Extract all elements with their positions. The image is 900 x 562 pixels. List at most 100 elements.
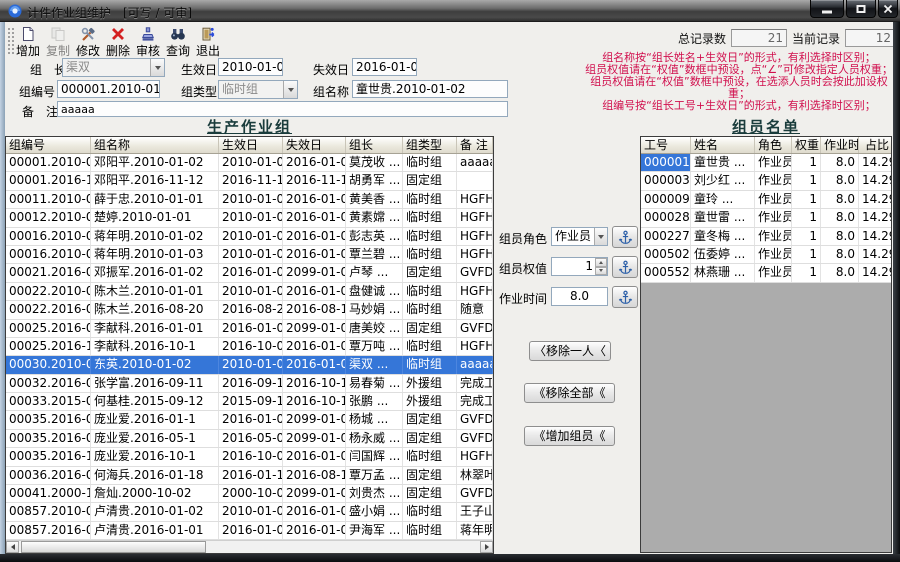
app-icon <box>8 4 22 18</box>
table-row[interactable]: 00011.2010-0...薛于忠.2010-01-012010-01-012… <box>6 190 493 210</box>
table-cell: 临时组 <box>403 301 457 319</box>
table-row[interactable]: 00021.2016-0...邓振军.2016-01-022016-01-022… <box>6 264 493 283</box>
anchor-icon <box>618 230 632 244</box>
table-cell: 固定组 <box>403 264 457 282</box>
query-button[interactable]: 查询 <box>164 26 192 57</box>
leader-combobox[interactable]: 渠双 <box>62 58 165 77</box>
column-header[interactable]: 姓名 <box>691 137 755 153</box>
table-row[interactable]: 000227 ...童冬梅 ...作业员18.014.29 <box>641 227 891 246</box>
add-button[interactable]: 增加 <box>14 26 42 57</box>
group-no-input[interactable]: 000001.2010-01-02 <box>57 80 160 98</box>
table-cell: 渠双 ... <box>346 356 403 374</box>
table-row[interactable]: 00030.2010-0...东英.2010-01-022010-01-0220… <box>6 356 493 375</box>
column-header[interactable]: 权重 <box>792 137 821 153</box>
column-header[interactable]: 组名称 <box>91 137 219 153</box>
spin-down-button[interactable] <box>595 266 607 275</box>
apply-time-button[interactable] <box>612 286 638 308</box>
spin-up-button[interactable] <box>595 258 607 267</box>
table-row[interactable]: 000001 ...童世贵 ...作业员18.014.29 <box>641 154 891 173</box>
audit-button[interactable]: 审核 <box>134 26 162 57</box>
table-row[interactable]: 00016.2010-0...蒋年明.2010-01-032010-01-032… <box>6 245 493 265</box>
group-type-dropdown-button[interactable] <box>283 81 297 98</box>
table-cell: 固定组 <box>403 466 457 485</box>
table-row[interactable]: 00022.2010-0...陈木兰.2010-01-012010-01-012… <box>6 282 493 302</box>
table-cell: 8.0 <box>821 154 859 172</box>
group-type-combobox[interactable]: 临时组 <box>218 80 298 99</box>
column-header[interactable]: 备 注 <box>457 137 493 153</box>
table-row[interactable]: 00035.2016-01-1庞业爱.2016-01-12016-01-0120… <box>6 411 493 430</box>
modify-button[interactable]: 修改 <box>74 26 102 57</box>
table-row[interactable]: 000009 ...童玲 ...作业员18.014.29 <box>641 190 891 210</box>
remove-all-button[interactable]: 《移除全部《 <box>524 383 615 403</box>
table-row[interactable]: 00857.2010-0...卢清贵.2010-01-022010-01-022… <box>6 503 493 522</box>
column-header[interactable]: 作业时 <box>821 137 859 153</box>
expire-date-input[interactable]: 2016-01-01 <box>352 58 417 76</box>
table-cell: 尹海军 ... <box>346 521 403 540</box>
modify-label: 修改 <box>75 44 100 58</box>
table-row[interactable]: 00041.2000-1...詹灿.2000-10-022000-10-0220… <box>6 485 493 504</box>
spinner-buttons[interactable] <box>595 258 607 275</box>
table-cell: 2000-10-02 <box>219 485 283 503</box>
column-header[interactable]: 组类型 <box>403 137 457 153</box>
column-header[interactable]: 组长 <box>346 137 403 153</box>
remark-input[interactable]: aaaaa <box>57 101 508 117</box>
column-header[interactable]: 角色 <box>755 137 792 153</box>
delete-button[interactable]: 删除 <box>104 26 132 57</box>
effective-date-input[interactable]: 2010-01-02 <box>218 58 283 76</box>
table-row[interactable]: 000028 ...童世雷 ...作业员18.014.29 <box>641 209 891 228</box>
member-role-dropdown-button[interactable] <box>594 228 607 245</box>
column-header[interactable]: 工号 <box>641 137 691 153</box>
close-button[interactable] <box>878 0 898 18</box>
table-row[interactable]: 00032.2016-0...张学富.2016-09-112016-09-112… <box>6 374 493 394</box>
member-role-combobox[interactable]: 作业员 <box>551 227 608 246</box>
table-cell: 2016-09-11 <box>219 374 283 393</box>
table-row[interactable]: 00035.2016-05-1庞业爱.2016-05-12016-05-0120… <box>6 429 493 449</box>
table-cell: 2016-08-18 <box>283 301 346 319</box>
table-row[interactable]: 00001.2010-0...邓阳平.2010-01-022010-01-022… <box>6 154 493 173</box>
arrow-up-icon <box>599 260 603 264</box>
table-row[interactable]: 000003 ...刘少红 ...作业员18.014.29 <box>641 172 891 191</box>
apply-role-button[interactable] <box>612 226 638 248</box>
column-header[interactable]: 生效日 <box>219 137 283 153</box>
horizontal-scrollbar[interactable] <box>6 540 493 553</box>
maximize-button[interactable] <box>846 0 876 18</box>
scroll-right-arrow[interactable] <box>480 541 493 553</box>
table-row[interactable]: 00857.2016-0...卢清贵.2016-01-012016-01-012… <box>6 521 493 540</box>
minimize-button[interactable] <box>810 0 844 18</box>
table-header-row: 组编号 组名称 生效日 失效日 组长 组类型备 注 <box>6 137 493 154</box>
column-header[interactable]: 失效日 <box>283 137 346 153</box>
table-row[interactable]: 00035.2016-10-1庞业爱.2016-10-12016-10-0120… <box>6 448 493 467</box>
leader-dropdown-button[interactable] <box>150 59 164 76</box>
work-time-input[interactable]: 8.0 <box>551 287 608 306</box>
table-body: 00001.2010-0...邓阳平.2010-01-022010-01-022… <box>6 154 493 540</box>
table-row[interactable]: 000502 ...伍委婷 ...作业员18.014.29 <box>641 245 891 265</box>
table-row[interactable]: 00033.2015-0...何基桂.2015-09-122015-09-122… <box>6 393 493 412</box>
table-cell: 临时组 <box>403 337 457 356</box>
table-row[interactable]: 00022.2016-0...陈木兰.2016-08-202016-08-202… <box>6 301 493 320</box>
remove-one-button[interactable]: 〈移除一人〈 <box>529 341 611 361</box>
column-header[interactable]: 占比 <box>859 137 891 153</box>
table-row[interactable]: 00036.2016-0...何海兵.2016-01-182016-01-182… <box>6 466 493 486</box>
add-members-button[interactable]: 《增加组员《 <box>524 426 615 446</box>
table-cell: 何基桂.2015-09-12 <box>91 393 219 411</box>
table-row[interactable]: 00016.2010-0...蒋年明.2010-01-022010-01-022… <box>6 227 493 246</box>
table-row[interactable]: 00025.2016-10-1李献科.2016-10-12016-10-0120… <box>6 337 493 357</box>
column-header[interactable]: 组编号 <box>6 137 91 153</box>
table-cell: 2010-01-02 <box>219 503 283 521</box>
exit-button[interactable]: 退出 <box>194 26 222 57</box>
group-name-input[interactable]: 童世贵.2010-01-02 <box>352 80 508 98</box>
table-row[interactable]: 000552 ...林燕珊 ...作业员18.014.29 <box>641 264 891 283</box>
scrollbar-thumb[interactable] <box>21 541 206 553</box>
audit-label: 审核 <box>135 44 160 58</box>
member-weight-spinner[interactable]: 1 <box>551 257 608 276</box>
table-cell: GVFDGF <box>457 411 493 429</box>
table-row[interactable]: 00025.2016-0...李献科.2016-01-012016-01-012… <box>6 319 493 338</box>
apply-weight-button[interactable] <box>612 256 638 278</box>
table-cell: 8.0 <box>821 264 859 282</box>
scroll-left-arrow[interactable] <box>6 541 19 553</box>
table-row[interactable]: 00012.2010-0...楚婷.2010-01-012010-01-0120… <box>6 209 493 228</box>
table-cell: 00035.2016-10-1 <box>6 448 91 466</box>
table-cell: 2016-10-01 <box>219 337 283 356</box>
window-frame-bottom <box>0 554 900 562</box>
table-row[interactable]: 00001.2016-1...邓阳平.2016-11-122016-11-122… <box>6 172 493 191</box>
